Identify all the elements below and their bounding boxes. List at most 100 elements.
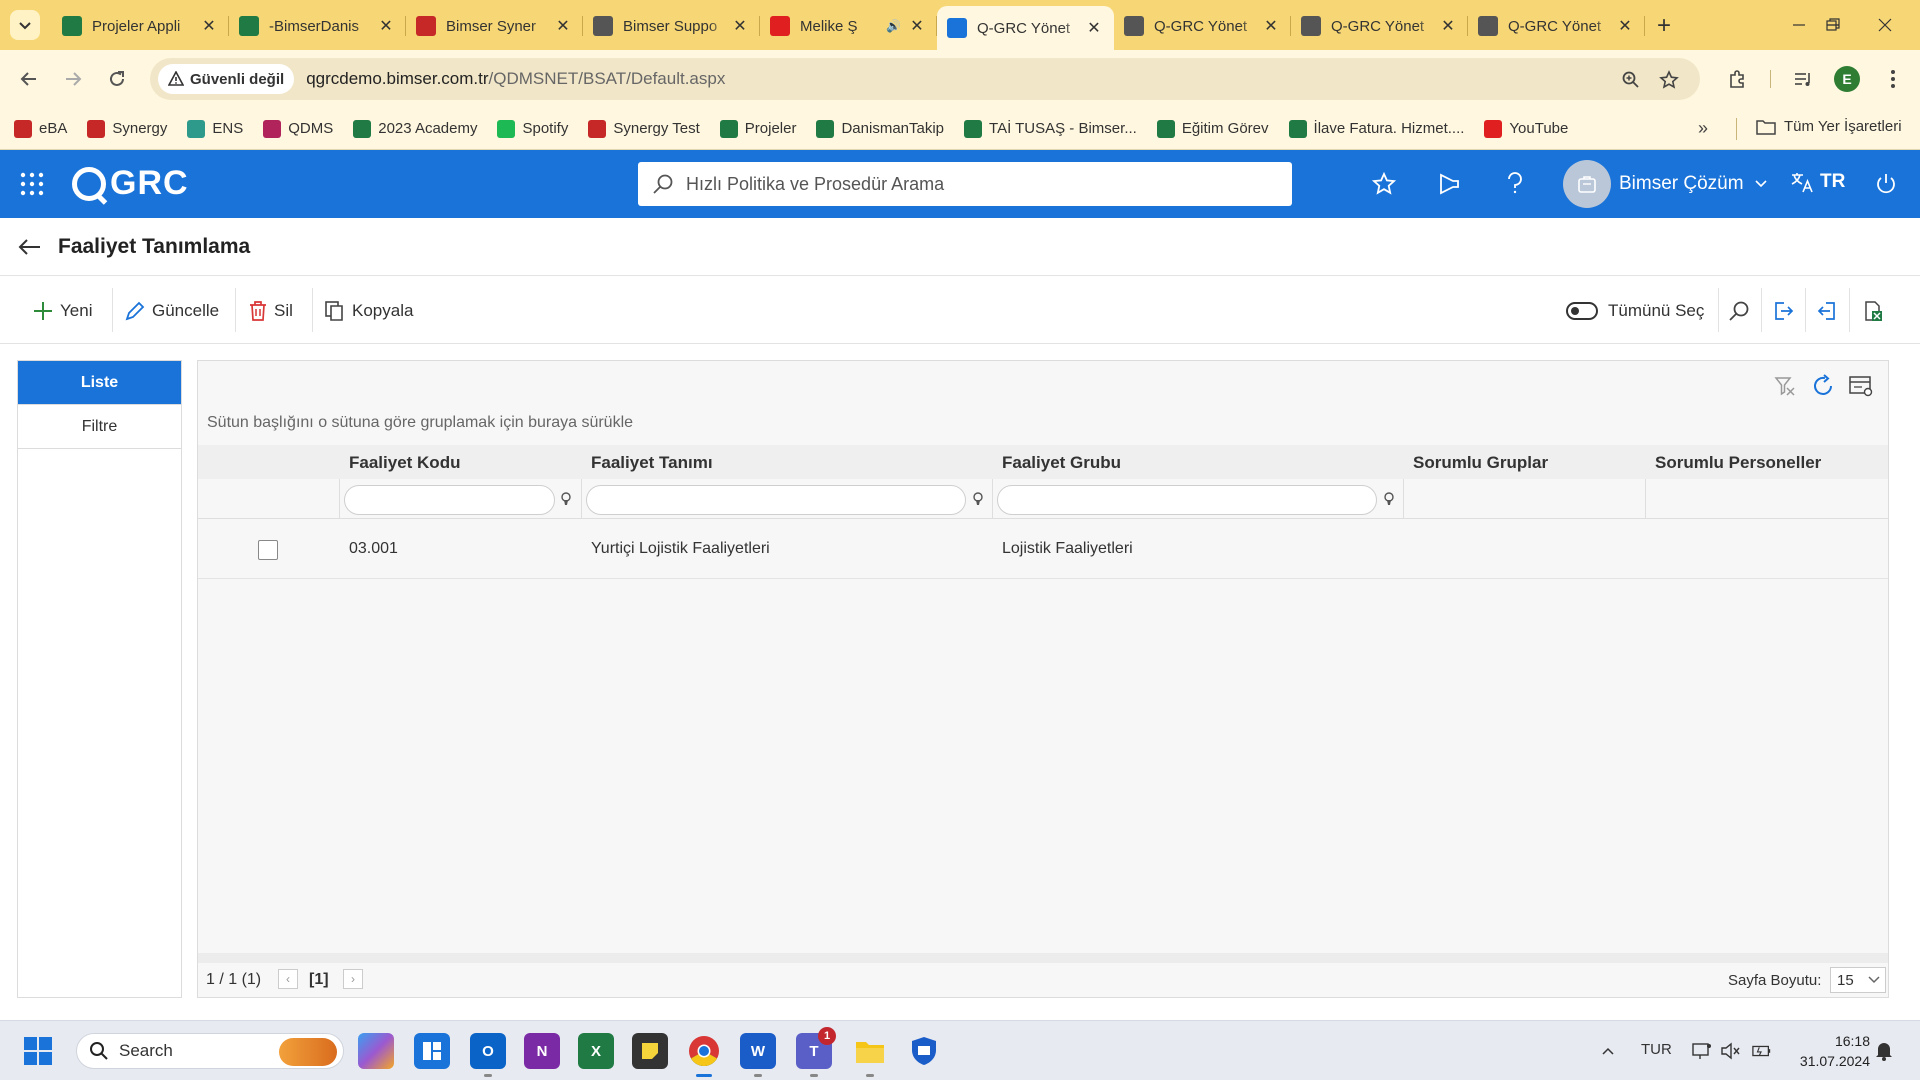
bookmark-item[interactable]: Eğitim Görev	[1156, 119, 1269, 138]
browser-tab[interactable]: -BimserDanis ✕	[229, 6, 406, 46]
input-language[interactable]: TUR	[1641, 1041, 1672, 1058]
select-all-toggle[interactable]: Tümünü Seç	[1566, 296, 1704, 326]
all-bookmarks-button[interactable]: Tüm Yer İşaretleri	[1756, 118, 1902, 135]
page-back-button[interactable]	[16, 233, 44, 261]
word-icon[interactable]: W	[740, 1033, 776, 1077]
browser-tab[interactable]: Melike Ş 🔊 ✕	[760, 6, 937, 46]
new-button[interactable]: Yeni	[32, 296, 92, 326]
close-tab-icon[interactable]: ✕	[376, 16, 396, 36]
refresh-icon[interactable]	[1808, 371, 1838, 401]
copilot-icon[interactable]	[358, 1033, 394, 1069]
bookmark-item[interactable]: İlave Fatura. Hizmet....	[1288, 119, 1464, 138]
bookmark-item[interactable]: Synergy	[87, 119, 167, 138]
onenote-icon[interactable]: N	[524, 1033, 560, 1069]
update-button[interactable]: Güncelle	[124, 296, 219, 326]
browser-tab[interactable]: Projeler Appli ✕	[52, 6, 229, 46]
back-nav-button[interactable]	[14, 64, 44, 94]
filter-icon[interactable]	[970, 491, 986, 507]
bookmark-item[interactable]: ENS	[187, 119, 243, 138]
announcement-icon[interactable]	[1436, 170, 1464, 198]
close-tab-icon[interactable]: ✕	[1615, 16, 1635, 36]
filter-icon[interactable]	[558, 491, 574, 507]
quick-policy-search[interactable]	[638, 162, 1292, 206]
close-tab-icon[interactable]: ✕	[730, 16, 750, 36]
horizontal-scrollbar[interactable]	[198, 953, 1888, 963]
column-header-activity-group[interactable]: Faaliyet Grubu	[1002, 453, 1121, 473]
audio-playing-icon[interactable]: 🔊	[886, 19, 901, 33]
grid-search-icon[interactable]	[1724, 296, 1754, 326]
bookmark-item[interactable]: YouTube	[1484, 119, 1568, 138]
security-chip[interactable]: Güvenli değil	[158, 64, 295, 94]
filter-input-activity-definition[interactable]	[586, 485, 966, 515]
tab-filter[interactable]: Filtre	[18, 405, 181, 449]
column-chooser-icon[interactable]	[1846, 371, 1876, 401]
toggle-switch[interactable]	[1566, 302, 1598, 320]
column-header-responsible-people[interactable]: Sorumlu Personeller	[1655, 453, 1821, 473]
copy-button[interactable]: Kopyala	[324, 296, 413, 326]
close-tab-icon[interactable]: ✕	[1261, 16, 1281, 36]
favorites-star-icon[interactable]	[1370, 170, 1398, 198]
taskbar-search[interactable]: Search	[76, 1033, 344, 1069]
power-icon[interactable]	[1872, 170, 1900, 198]
help-icon[interactable]	[1501, 170, 1529, 198]
user-menu[interactable]: Bimser Çözüm	[1563, 160, 1768, 208]
column-header-responsible-groups[interactable]: Sorumlu Gruplar	[1413, 453, 1548, 473]
row-select-checkbox[interactable]	[258, 540, 278, 560]
browser-tab[interactable]: Q-GRC Yönet ✕	[937, 6, 1114, 50]
bookmark-item[interactable]: DanismanTakip	[816, 119, 944, 138]
security-shield-icon[interactable]	[906, 1033, 942, 1069]
filter-input-activity-code[interactable]	[344, 485, 555, 515]
column-header-activity-code[interactable]: Faaliyet Kodu	[349, 453, 460, 473]
profile-avatar[interactable]: E	[1834, 66, 1860, 92]
browser-tab[interactable]: Q-GRC Yönet ✕	[1114, 6, 1291, 46]
apps-grid-icon[interactable]	[20, 172, 44, 196]
outlook-icon[interactable]: O	[470, 1033, 506, 1077]
close-tab-icon[interactable]: ✕	[199, 16, 219, 36]
bookmark-item[interactable]: Projeler	[719, 119, 796, 138]
import-icon[interactable]	[1812, 296, 1842, 326]
teams-icon[interactable]: T 1	[796, 1027, 836, 1077]
browser-tab[interactable]: Q-GRC Yönet ✕	[1468, 6, 1645, 46]
excel-icon[interactable]: X	[578, 1033, 614, 1069]
notification-bell-icon[interactable]	[1874, 1041, 1894, 1061]
tab-search-button[interactable]	[10, 10, 40, 40]
tab-list[interactable]: Liste	[18, 361, 181, 405]
bookmark-item[interactable]: TAİ TUSAŞ - Bimser...	[964, 119, 1137, 138]
bookmark-item[interactable]: Synergy Test	[588, 119, 700, 138]
column-header-activity-definition[interactable]: Faaliyet Tanımı	[591, 453, 713, 473]
prev-page-button[interactable]: ‹	[278, 969, 298, 989]
widgets-icon[interactable]	[414, 1033, 450, 1069]
delete-button[interactable]: Sil	[248, 296, 293, 326]
clock[interactable]: 16:18 31.07.2024	[1790, 1031, 1870, 1071]
excel-export-icon[interactable]	[1858, 296, 1888, 326]
close-tab-icon[interactable]: ✕	[553, 16, 573, 36]
tray-chevron-up-icon[interactable]	[1598, 1041, 1618, 1061]
page-size-select[interactable]: 15	[1830, 967, 1886, 993]
search-input[interactable]	[686, 173, 1246, 195]
filter-icon[interactable]	[1381, 491, 1397, 507]
new-tab-button[interactable]: +	[1650, 12, 1678, 40]
browser-tab[interactable]: Q-GRC Yönet ✕	[1291, 6, 1468, 46]
bookmark-item[interactable]: eBA	[14, 119, 67, 138]
close-tab-icon[interactable]: ✕	[1438, 16, 1458, 36]
network-icon[interactable]	[1692, 1041, 1712, 1061]
windows-start-icon[interactable]	[24, 1037, 52, 1065]
reload-button[interactable]	[102, 64, 132, 94]
export-icon[interactable]	[1768, 296, 1798, 326]
app-logo[interactable]: GRC	[72, 164, 189, 203]
window-close-button[interactable]	[1862, 10, 1908, 40]
address-bar[interactable]: Güvenli değil qgrcdemo.bimser.com.tr/QDM…	[150, 58, 1700, 100]
file-explorer-icon[interactable]	[852, 1033, 888, 1077]
table-row[interactable]: 03.001 Yurtiçi Lojistik Faaliyetleri Loj…	[198, 521, 1888, 579]
battery-icon[interactable]	[1752, 1041, 1772, 1061]
bookmark-star-icon[interactable]	[1658, 69, 1680, 91]
more-bookmarks-icon[interactable]: »	[1698, 118, 1708, 139]
media-controls-icon[interactable]	[1788, 64, 1818, 94]
clear-filter-icon[interactable]	[1770, 371, 1800, 401]
browser-tab[interactable]: Bimser Suppo ✕	[583, 6, 760, 46]
close-tab-icon[interactable]: ✕	[907, 16, 927, 36]
volume-muted-icon[interactable]	[1720, 1041, 1740, 1061]
zoom-icon[interactable]	[1620, 69, 1642, 91]
close-tab-icon[interactable]: ✕	[1084, 18, 1104, 38]
bookmark-item[interactable]: Spotify	[497, 119, 568, 138]
